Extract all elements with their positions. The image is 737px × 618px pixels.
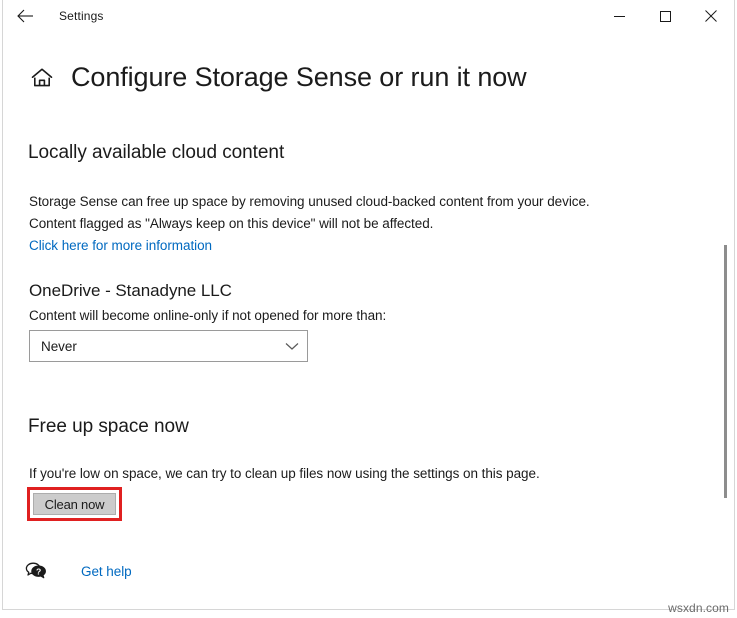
section-heading-cloud-content: Locally available cloud content [28, 142, 284, 164]
clean-now-button[interactable]: Clean now [33, 493, 116, 515]
onedrive-account-name: OneDrive - Stanadyne LLC [29, 281, 232, 301]
help-bubble-icon: ? [25, 561, 47, 581]
get-help-label: Get help [81, 564, 132, 579]
help-bubble-glyph-icon: ? [25, 561, 47, 581]
home-icon[interactable] [25, 68, 59, 88]
get-help-link[interactable]: ? Get help [25, 561, 132, 581]
onedrive-account-description: Content will become online-only if not o… [29, 308, 386, 325]
close-icon [705, 10, 717, 22]
cloud-description-line-1: Storage Sense can free up space by remov… [29, 194, 590, 211]
app-title: Settings [59, 9, 104, 23]
maximize-icon [660, 11, 671, 22]
home-glyph-icon [31, 68, 53, 88]
retention-period-dropdown[interactable]: Never [29, 330, 308, 362]
free-up-space-description: If you're low on space, we can try to cl… [29, 466, 540, 483]
chevron-down-glyph-icon [285, 342, 299, 351]
minimize-icon [614, 11, 625, 22]
retention-period-value: Never [30, 339, 277, 354]
chevron-down-icon [277, 342, 307, 351]
minimize-button[interactable] [596, 0, 642, 32]
window-controls [596, 0, 734, 32]
settings-content: Locally available cloud content Storage … [3, 106, 734, 609]
page-title: Configure Storage Sense or run it now [71, 62, 527, 93]
svg-text:?: ? [36, 566, 41, 576]
more-information-link[interactable]: Click here for more information [29, 238, 212, 253]
settings-window: Settings [2, 0, 735, 610]
vertical-scrollbar[interactable] [721, 0, 731, 609]
site-watermark: wsxdn.com [668, 601, 729, 615]
back-arrow-icon [17, 9, 34, 23]
section-heading-free-up-space: Free up space now [28, 416, 189, 438]
page-header: Configure Storage Sense or run it now [3, 44, 527, 111]
back-button[interactable] [3, 0, 47, 32]
maximize-button[interactable] [642, 0, 688, 32]
title-bar: Settings [3, 0, 734, 32]
cloud-description-line-2: Content flagged as "Always keep on this … [29, 216, 433, 233]
scrollbar-thumb[interactable] [724, 245, 727, 498]
